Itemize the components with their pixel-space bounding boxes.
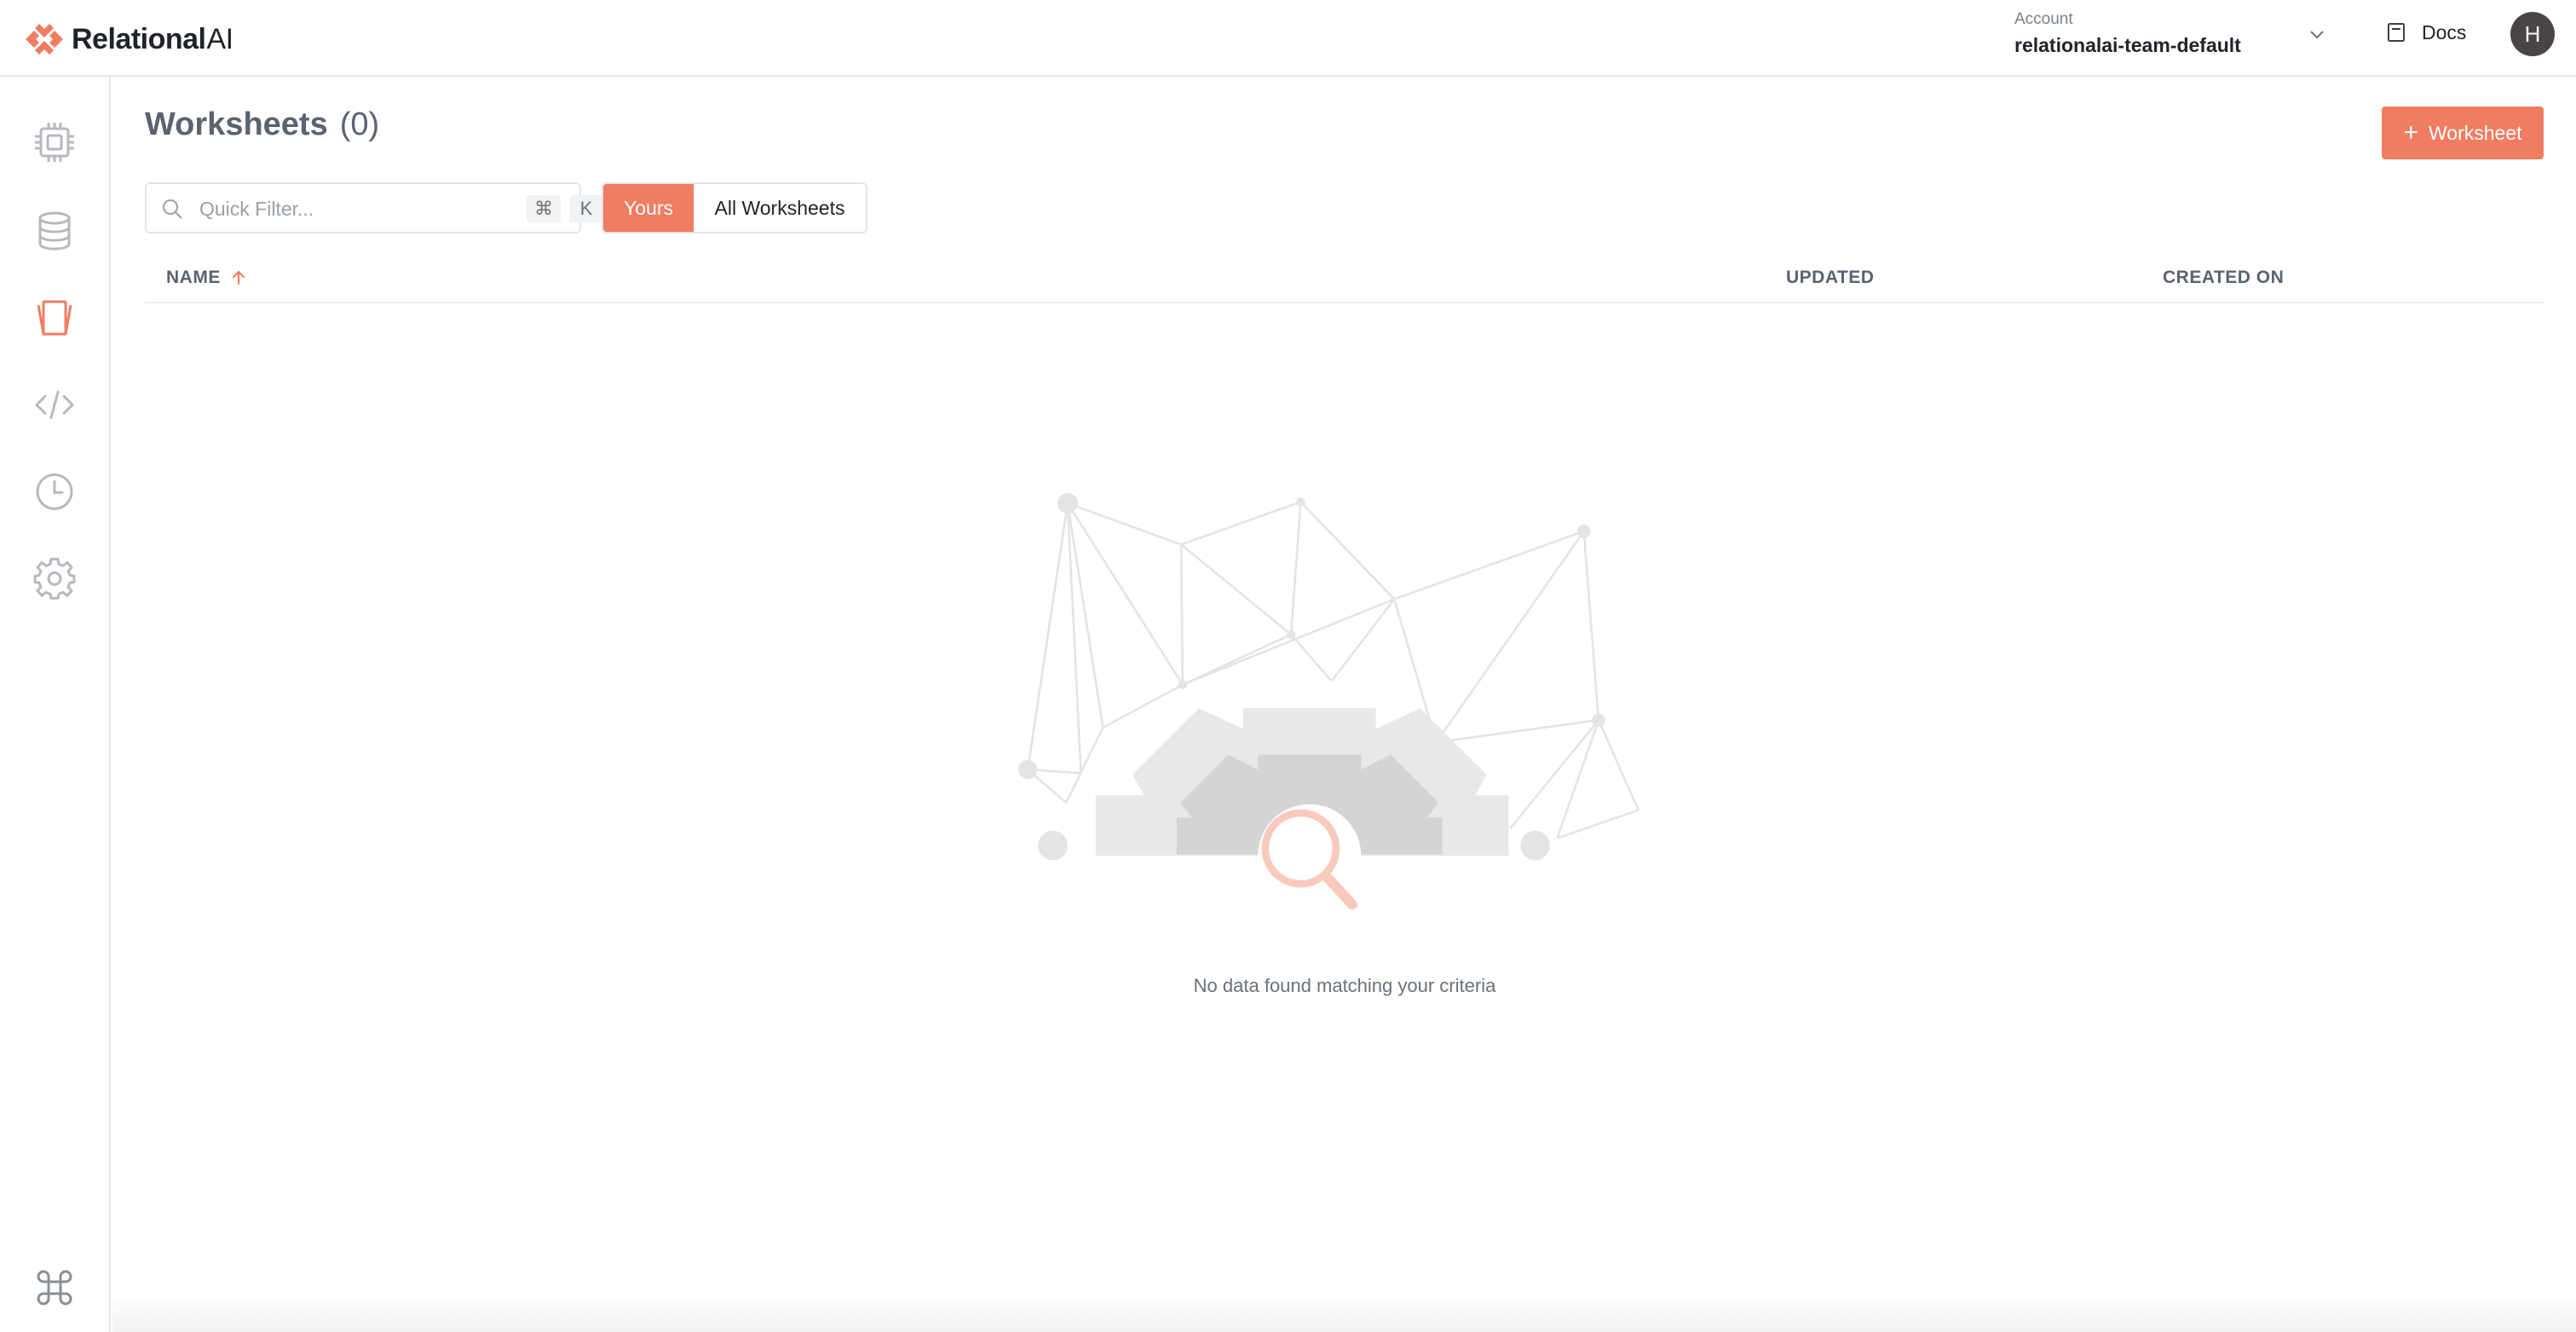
sidebar-nav [0, 77, 111, 1332]
sidebar-item-code[interactable] [28, 378, 81, 431]
search-icon [163, 199, 182, 219]
logo-wordmark-suffix: AI [206, 22, 233, 55]
database-icon [38, 211, 71, 251]
column-header-name[interactable]: NAME [166, 268, 248, 288]
empty-state-illustration [1017, 493, 1640, 910]
shortcut-letter-key: K [569, 195, 603, 222]
new-worksheet-button[interactable]: + Worksheet [2382, 107, 2544, 159]
sidebar-item-settings[interactable] [28, 552, 81, 605]
sidebar-item-databases[interactable] [28, 205, 81, 257]
scope-toggle: Yours All Worksheets [602, 182, 867, 234]
logo-wordmark-main: Relational [72, 22, 206, 55]
cpu-chip-icon [35, 123, 74, 162]
scope-option-all-worksheets[interactable]: All Worksheets [694, 184, 866, 232]
quick-filter[interactable]: ⌘ K [145, 182, 603, 234]
plus-icon: + [2403, 118, 2418, 147]
command-palette-button[interactable] [28, 1261, 81, 1314]
relationalai-logo-icon [26, 24, 63, 55]
clock-icon [36, 473, 73, 510]
chevron-down-icon[interactable] [2305, 22, 2329, 46]
new-worksheet-label: Worksheet [2429, 121, 2522, 144]
sidebar-item-engines[interactable] [28, 116, 81, 169]
book-icon [2388, 23, 2405, 42]
scope-option-yours[interactable]: Yours [603, 184, 694, 232]
empty-state-message: No data found matching your criteria [1193, 975, 1496, 996]
relationalai-logo[interactable]: RelationalAI [20, 15, 233, 63]
command-key-icon [37, 1270, 72, 1306]
shortcut-mod-key: ⌘ [527, 195, 561, 222]
column-header-updated[interactable]: UPDATED [1786, 268, 1874, 288]
user-avatar[interactable]: H [2510, 12, 2555, 56]
worksheets-icon [37, 300, 72, 336]
quick-filter-input[interactable] [199, 193, 481, 225]
account-label: Account [2014, 10, 2073, 28]
gear-icon [33, 557, 76, 600]
sidebar-item-worksheets[interactable] [28, 291, 81, 344]
column-header-created-on[interactable]: CREATED ON [2163, 268, 2284, 288]
account-name: relationalai-team-default [2014, 34, 2241, 56]
sort-ascending-icon [232, 270, 245, 285]
worksheet-count: (0) [339, 107, 380, 142]
account-selector[interactable]: Account relationalai-team-default [2014, 10, 2241, 56]
column-header-name-label: NAME [166, 268, 221, 287]
bottom-fade [112, 1295, 2576, 1332]
docs-link[interactable]: Docs [2384, 17, 2466, 48]
logo-wordmark: RelationalAI [72, 23, 233, 56]
docs-label: Docs [2422, 20, 2467, 43]
top-bar: RelationalAI Account relationalai-team-d… [0, 0, 2576, 77]
sidebar-item-history[interactable] [28, 465, 81, 518]
table-header: NAME UPDATED CREATED ON [145, 257, 2544, 303]
code-icon [34, 390, 75, 419]
page-title: Worksheets (0) [145, 106, 379, 143]
page-title-text: Worksheets [145, 107, 328, 142]
